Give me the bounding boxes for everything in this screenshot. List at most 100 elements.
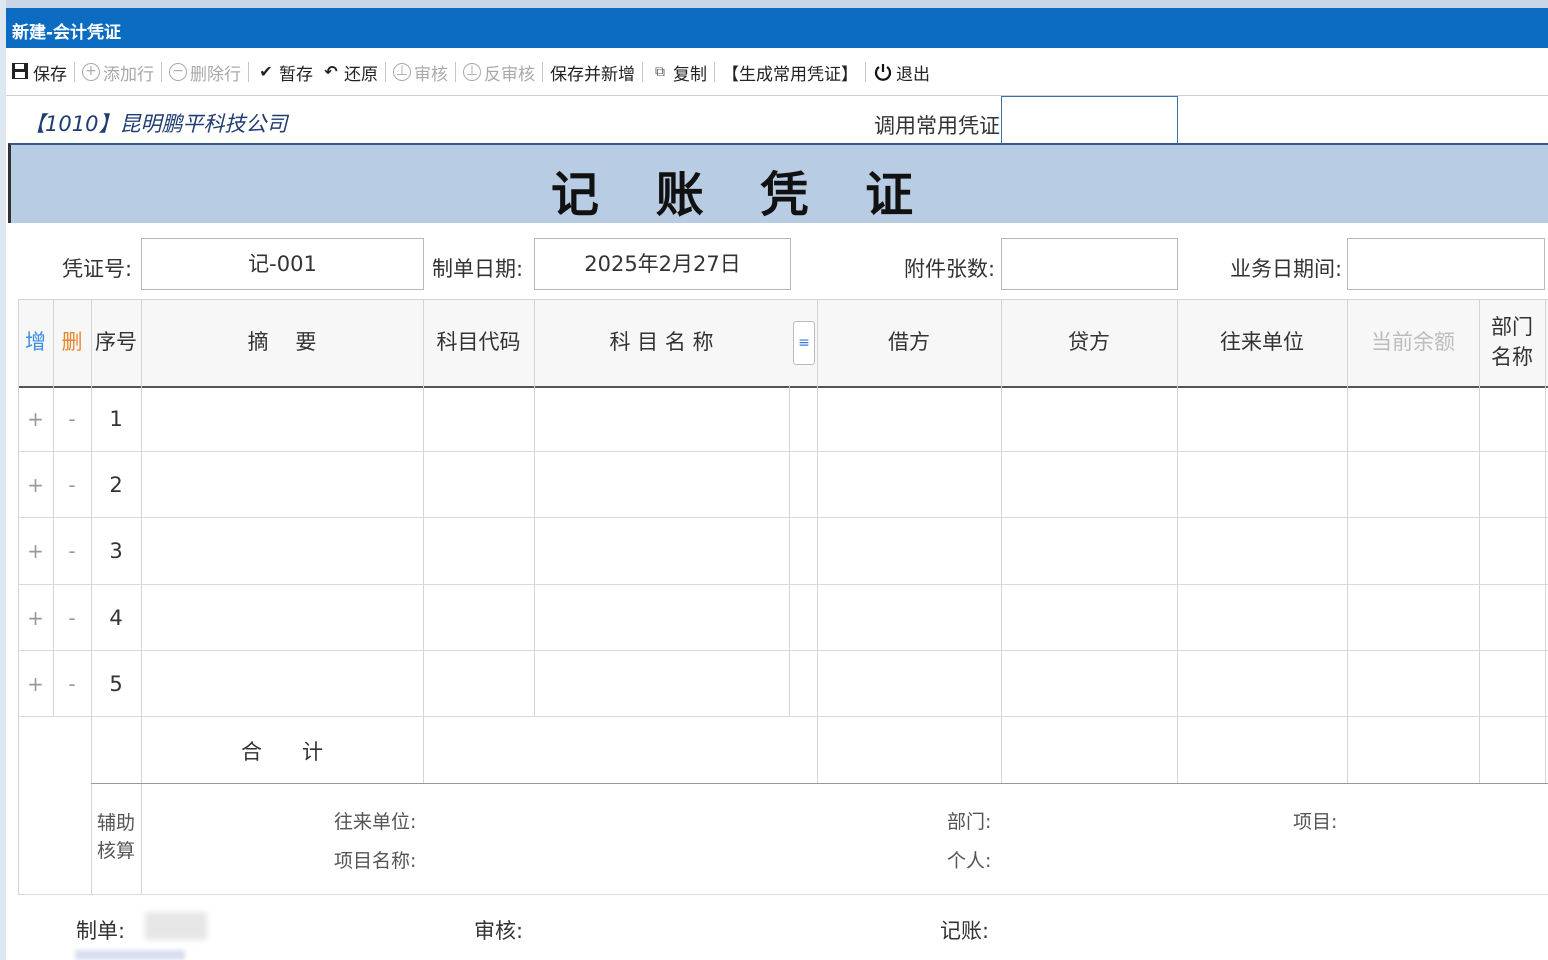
toolbar-divider — [6, 95, 1548, 96]
total-label: 合计 — [241, 740, 363, 764]
row-line — [18, 894, 1548, 895]
attachments-label: 附件张数: — [904, 257, 996, 281]
toolbar-separator — [642, 62, 643, 82]
unaudit-button[interactable]: ⊥ 反审核 — [459, 60, 539, 85]
toolbar-separator — [385, 62, 386, 82]
add-row-plus[interactable]: + — [18, 651, 53, 716]
aux-person-label: 个人: — [947, 850, 992, 872]
voucher-no-field[interactable]: 记-001 — [141, 238, 424, 290]
row-seq: 1 — [109, 407, 123, 431]
copy-label: 复制 — [673, 64, 707, 85]
col-line — [141, 299, 142, 895]
col-line — [1545, 299, 1546, 783]
biz-date-field[interactable] — [1347, 238, 1545, 290]
row-line — [18, 716, 1548, 717]
col-line — [789, 385, 790, 716]
toolbar-separator — [714, 62, 715, 82]
account-name-column-header: 科 目 名 称 — [609, 330, 714, 354]
top-strip — [0, 0, 1548, 8]
delete-row-minus[interactable]: - — [53, 651, 91, 716]
exit-button[interactable]: 退出 — [869, 60, 934, 85]
date-label: 制单日期: — [432, 257, 524, 281]
minus-circle-icon: − — [169, 63, 187, 81]
add-row-plus[interactable]: + — [18, 518, 53, 584]
aux-project-label: 项目: — [1293, 811, 1338, 833]
temp-save-button[interactable]: ✔ 暂存 — [252, 60, 317, 85]
save-button[interactable]: 保存 — [6, 60, 71, 85]
add-column-header[interactable]: 增 — [18, 299, 53, 385]
toolbar-separator — [455, 62, 456, 82]
generate-common-label: 【生成常用凭证】 — [722, 64, 858, 85]
column-menu-icon[interactable]: ≡ — [793, 321, 815, 365]
delete-row-minus[interactable]: - — [53, 452, 91, 517]
aux-accounting-title: 辅助核算 — [96, 812, 135, 862]
audit-label: 审核 — [414, 64, 448, 85]
audit-footer-label: 审核: — [474, 919, 524, 943]
invoke-common-voucher-input[interactable] — [1001, 96, 1178, 144]
audit-button[interactable]: ⊥ 审核 — [389, 60, 452, 85]
counterparty-column-header: 往来单位 — [1220, 330, 1304, 354]
maker-name-redacted — [145, 912, 207, 940]
toolbar: 保存 + 添加行 − 删除行 ✔ 暂存 ↶ 还原 ⊥ 审核 ⊥ 反审核 保存并新… — [6, 52, 1548, 92]
save-label: 保存 — [33, 64, 67, 85]
toolbar-separator — [542, 62, 543, 82]
debit-column-header: 借方 — [888, 330, 930, 354]
stamp-icon: ⊥ — [393, 63, 411, 81]
row-line — [18, 650, 1548, 651]
toolbar-separator — [248, 62, 249, 82]
generate-common-voucher-button[interactable]: 【生成常用凭证】 — [718, 60, 862, 85]
voucher-grid: 增 删 序号 摘 要 科目代码 科 目 名 称 ≡ 借方 贷方 往来单位 当前余… — [18, 299, 1548, 895]
title-bar: 新建-会计凭证 — [6, 8, 1548, 48]
add-row-plus[interactable]: + — [18, 585, 53, 650]
row-line — [18, 451, 1548, 452]
summary-column-header: 摘 要 — [247, 330, 317, 354]
row-seq: 2 — [109, 472, 123, 497]
aux-project-name-label: 项目名称: — [334, 850, 417, 872]
row-seq: 5 — [109, 671, 123, 696]
delete-row-minus[interactable]: - — [53, 518, 91, 584]
row-seq: 3 — [109, 539, 123, 563]
attachments-field[interactable] — [1001, 238, 1178, 290]
window-title: 新建-会计凭证 — [12, 23, 122, 43]
toolbar-separator — [865, 62, 866, 82]
row-line — [18, 584, 1548, 585]
copy-button[interactable]: ⧉ 复制 — [646, 60, 711, 85]
account-code-column-header: 科目代码 — [436, 330, 521, 354]
restore-label: 还原 — [344, 64, 378, 85]
delete-row-minus[interactable]: - — [53, 387, 91, 451]
exit-label: 退出 — [896, 64, 930, 85]
add-row-plus[interactable]: + — [18, 387, 53, 451]
temp-save-label: 暂存 — [279, 64, 313, 85]
delete-row-button[interactable]: − 删除行 — [165, 60, 245, 85]
copy-icon: ⧉ — [655, 64, 665, 80]
voucher-no-label: 凭证号: — [62, 257, 133, 281]
add-row-plus[interactable]: + — [18, 452, 53, 517]
row-line — [91, 783, 1548, 784]
delete-row-minus[interactable]: - — [53, 585, 91, 650]
balance-column-header: 当前余额 — [1371, 330, 1455, 354]
row-line — [18, 517, 1548, 518]
undo-arrow-icon: ↶ — [324, 62, 338, 81]
toolbar-separator — [161, 62, 162, 82]
save-and-new-label: 保存并新增 — [550, 64, 635, 85]
plus-circle-icon: + — [82, 63, 100, 81]
save-and-new-button[interactable]: 保存并新增 — [546, 60, 639, 85]
left-strip — [0, 0, 6, 960]
date-field[interactable]: 2025年2月27日 — [534, 238, 791, 290]
power-icon — [873, 62, 893, 82]
seq-column-header: 序号 — [95, 330, 137, 354]
delete-column-header[interactable]: 删 — [53, 299, 91, 385]
restore-button[interactable]: ↶ 还原 — [317, 60, 382, 85]
cut-off-text — [75, 950, 185, 960]
aux-counterparty-label: 往来单位: — [334, 811, 417, 833]
voucher-title: 记 账 凭 证 — [551, 167, 934, 223]
floppy-disk-icon — [10, 62, 30, 82]
toolbar-separator — [74, 62, 75, 82]
checkmark-icon: ✔ — [259, 62, 273, 81]
add-row-label: 添加行 — [103, 64, 154, 85]
dept-name-column-header: 部门名称 — [1491, 315, 1533, 369]
credit-column-header: 贷方 — [1068, 330, 1110, 354]
add-row-button[interactable]: + 添加行 — [78, 60, 158, 85]
row-seq: 4 — [109, 605, 123, 630]
aux-dept-label: 部门: — [947, 811, 992, 833]
